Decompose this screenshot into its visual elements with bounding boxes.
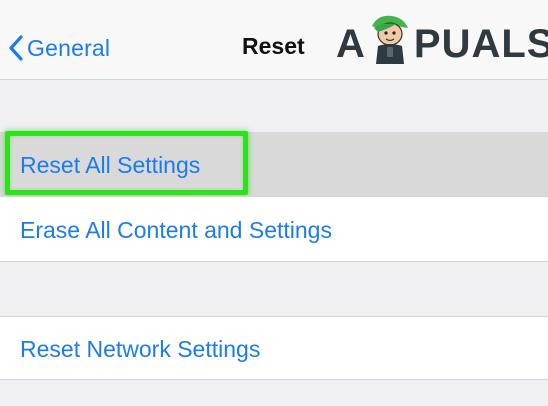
chevron-left-icon — [8, 34, 24, 62]
appuals-logo: A PUALS — [336, 15, 548, 72]
logo-letter-a: A — [336, 21, 366, 66]
logo-letters: PUALS — [413, 21, 548, 66]
page-title: Reset — [242, 33, 305, 59]
navigation-bar: General Reset A PUALS — [0, 0, 548, 80]
reset-network-settings-label: Reset Network Settings — [20, 336, 261, 362]
erase-all-content-row[interactable]: Erase All Content and Settings — [0, 197, 548, 262]
erase-all-content-label: Erase All Content and Settings — [20, 217, 332, 243]
appuals-mascot-icon — [368, 12, 412, 76]
back-button[interactable]: General — [8, 31, 110, 65]
back-label: General — [27, 34, 111, 61]
reset-network-settings-row[interactable]: Reset Network Settings — [0, 316, 548, 380]
reset-all-settings-row[interactable]: Reset All Settings — [0, 132, 548, 196]
reset-all-settings-label: Reset All Settings — [20, 152, 201, 178]
